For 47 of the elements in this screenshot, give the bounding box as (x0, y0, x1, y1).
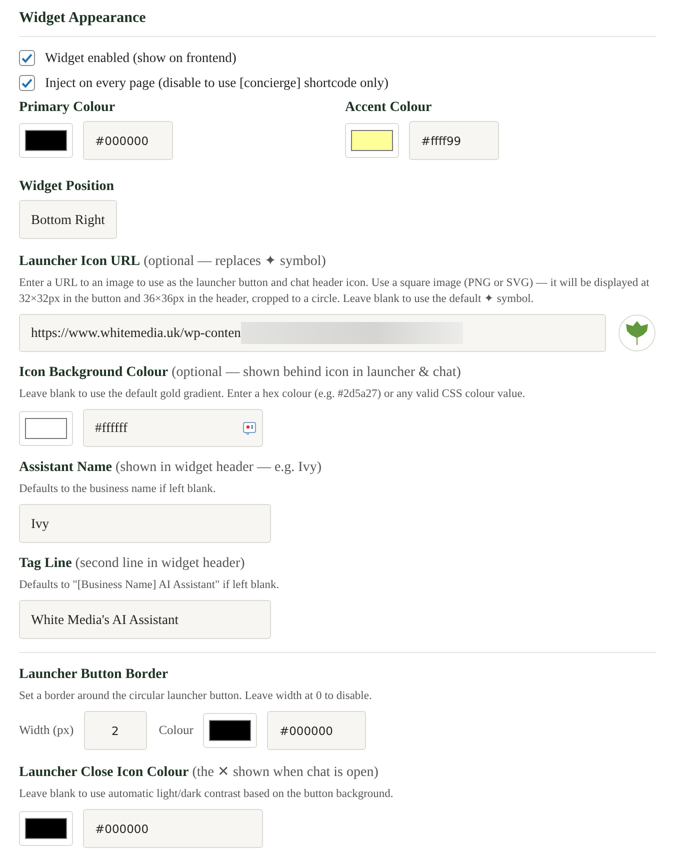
field-note: (second line in widget header) (75, 556, 245, 571)
field-label: Launcher Icon URL (19, 254, 140, 269)
help-text: Defaults to "[Business Name] AI Assistant" if left blank. (19, 578, 280, 593)
help-text: Defaults to the business name if left blank. (19, 482, 217, 497)
colour-swatch[interactable] (19, 123, 73, 158)
extension-icon[interactable] (243, 422, 256, 435)
text-field[interactable]: White Media's AI Assistant (19, 600, 271, 639)
colour-field[interactable]: #ffffff (83, 409, 263, 447)
colour-field[interactable]: #000000 (83, 809, 263, 848)
colour-label: Colour (158, 723, 194, 738)
help-text: Leave blank to use the default gold gradient. Enter a hex colour (e.g. #2d5a27) or any valid CSS colour value. (19, 387, 526, 402)
field-label: Launcher Button Border (19, 667, 168, 682)
field-note: (optional — replaces ✦ symbol) (144, 254, 326, 269)
checkbox-label: Inject on every page (disable to use [concierge] shortcode only) (45, 75, 388, 91)
text-field[interactable]: Ivy (19, 504, 271, 543)
checkbox[interactable] (19, 75, 35, 91)
field-note: (shown in widget header — e.g. Ivy) (115, 460, 322, 475)
colour-field[interactable]: #000000 (267, 711, 366, 750)
field-note: (optional — shown behind icon in launcher & chat) (172, 365, 461, 380)
leaf-icon (618, 314, 656, 352)
colour-swatch[interactable] (19, 811, 73, 846)
field-label: Tag Line (19, 556, 72, 571)
field-label: Accent Colour (345, 100, 432, 115)
colour-swatch[interactable] (19, 410, 73, 446)
width-label: Width (px) (19, 723, 74, 738)
field-label: Launcher Close Icon Colour (19, 765, 189, 780)
field-label: Assistant Name (19, 460, 112, 475)
field-label: Primary Colour (19, 100, 116, 115)
colour-swatch[interactable] (345, 123, 399, 158)
colour-field[interactable]: #ffff99 (409, 121, 499, 160)
colour-swatch[interactable] (203, 713, 258, 748)
checkmark-icon (21, 78, 33, 88)
field-label: Widget Position (19, 179, 114, 194)
width-field[interactable]: 2 (84, 711, 147, 750)
checkbox[interactable] (19, 50, 35, 66)
checkbox-label: Widget enabled (show on frontend) (45, 50, 236, 66)
help-text: Enter a URL to an image to use as the launcher button and chat header icon. Use a square image (PNG or SVG) — it will be displayed at 32×32px in the button and 36×36px in the header, cropped to a circle. Leave blank to use the default ✦ symbol. (19, 276, 650, 307)
checkmark-icon (21, 52, 33, 64)
url-field[interactable]: https://www.whitemedia.uk/wp-conten (19, 314, 606, 352)
field-label: Icon Background Colour (19, 365, 168, 380)
colour-field[interactable]: #000000 (83, 121, 173, 160)
field-note: (the ✕ shown when chat is open) (192, 765, 378, 780)
field-value: https://www.whitemedia.uk/wp-conten (31, 325, 241, 341)
help-text: Set a border around the circular launcher button. Leave width at 0 to disable. (19, 689, 373, 704)
section-title: Widget Appearance (19, 10, 147, 28)
position-select[interactable]: Bottom Right (19, 200, 117, 239)
help-text: Leave blank to use automatic light/dark contrast based on the button background. (19, 787, 394, 802)
